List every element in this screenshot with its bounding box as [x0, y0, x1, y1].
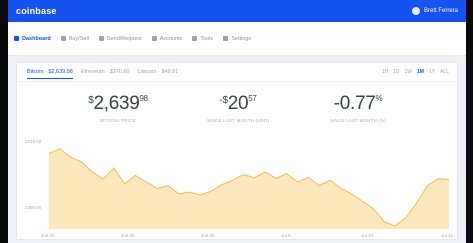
x-tick-label: Jul 15 — [441, 233, 454, 238]
range-option[interactable]: ALL — [440, 69, 449, 75]
nav-item-label: Buy/Sell — [68, 35, 89, 42]
range-option[interactable]: 1Y — [429, 69, 435, 75]
buy-sell-icon — [60, 36, 66, 41]
y-tick-label: 2369.00 — [25, 205, 42, 210]
price-stat: $2,63998 BITCOIN PRICE — [58, 93, 178, 123]
nav-item-label: Accounts — [159, 35, 183, 42]
main-nav: Dashboard Buy/Sell Send/Request Accounts Too… — [8, 22, 466, 56]
nav-item-settings[interactable]: Settings — [223, 36, 251, 42]
top-bar: coinbase Brett Ferrera — [8, 0, 466, 22]
nav-item-tools[interactable]: Tools — [192, 36, 213, 42]
price-label: BITCOIN PRICE — [100, 118, 136, 123]
range-option[interactable]: 1D — [393, 69, 399, 75]
currency-tabs: Bitcoin · $2,639.98 Ethereum · $370.60 Lit… — [27, 69, 178, 79]
user-menu[interactable]: Brett Ferrera — [411, 7, 458, 15]
price-area — [49, 148, 449, 229]
range-selector: 1H 1D 1W 1M 1Y ALL — [382, 69, 449, 75]
x-tick-label: Jun 20 — [41, 233, 55, 238]
app-logo[interactable]: coinbase — [16, 6, 57, 16]
percent-label: SINCE LAST MONTH (%) — [329, 118, 387, 123]
percent-value: -0.77% — [333, 93, 383, 114]
x-tick-label: Jun 30 — [201, 233, 215, 238]
x-tick-label: Jun 25 — [121, 233, 135, 238]
price-chart-card: Bitcoin · $2,639.98 Ethereum · $370.60 Lit… — [16, 62, 459, 240]
range-option[interactable]: 1M — [417, 69, 424, 75]
nav-item-label: Dashboard — [22, 35, 51, 42]
tools-icon — [192, 36, 198, 41]
accounts-icon — [151, 36, 157, 41]
nav-item-label: Tools — [200, 35, 214, 42]
send-icon — [98, 36, 104, 41]
settings-icon — [223, 36, 229, 41]
app-window: coinbase Brett Ferrera Dashboard Buy/Sell… — [8, 0, 466, 243]
y-tick-label: 2848.00 — [25, 139, 42, 144]
divider — [17, 81, 459, 82]
nav-item-dashboard[interactable]: Dashboard — [14, 36, 51, 42]
currency-tab[interactable]: Ethereum · $370.60 — [81, 69, 130, 79]
change-label: SINCE LAST MONTH (USD) — [206, 118, 270, 123]
nav-item-label: Send/Request — [106, 35, 142, 42]
percent-stat: -0.77% SINCE LAST MONTH (%) — [298, 93, 418, 123]
nav-item-send-request[interactable]: Send/Request — [98, 35, 142, 42]
nav-item-label: Settings — [231, 35, 252, 42]
x-tick-label: Jul 5 — [281, 233, 291, 238]
price-chart-svg — [48, 148, 450, 229]
range-option[interactable]: 1H — [382, 69, 388, 75]
currency-tab[interactable]: Bitcoin · $2,639.98 — [27, 69, 73, 79]
x-tick-label: Jul 10 — [361, 233, 374, 238]
nav-item-buy-sell[interactable]: Buy/Sell — [60, 35, 89, 42]
currency-tab[interactable]: Litecoin · $49.91 — [138, 69, 179, 79]
price-value: $2,63998 — [88, 93, 148, 114]
price-chart[interactable]: 2848.00 2369.00 Jun 20 Jun 25 Jun 30 Jul 5 J… — [17, 137, 459, 240]
user-name: Brett Ferrera — [423, 8, 458, 14]
dashboard-icon — [14, 36, 19, 41]
change-stat: -$2057 SINCE LAST MONTH (USD) — [178, 93, 298, 123]
change-value: -$2057 — [219, 93, 257, 114]
range-option[interactable]: 1W — [405, 69, 413, 75]
avatar — [411, 7, 420, 15]
nav-item-accounts[interactable]: Accounts — [151, 35, 183, 42]
